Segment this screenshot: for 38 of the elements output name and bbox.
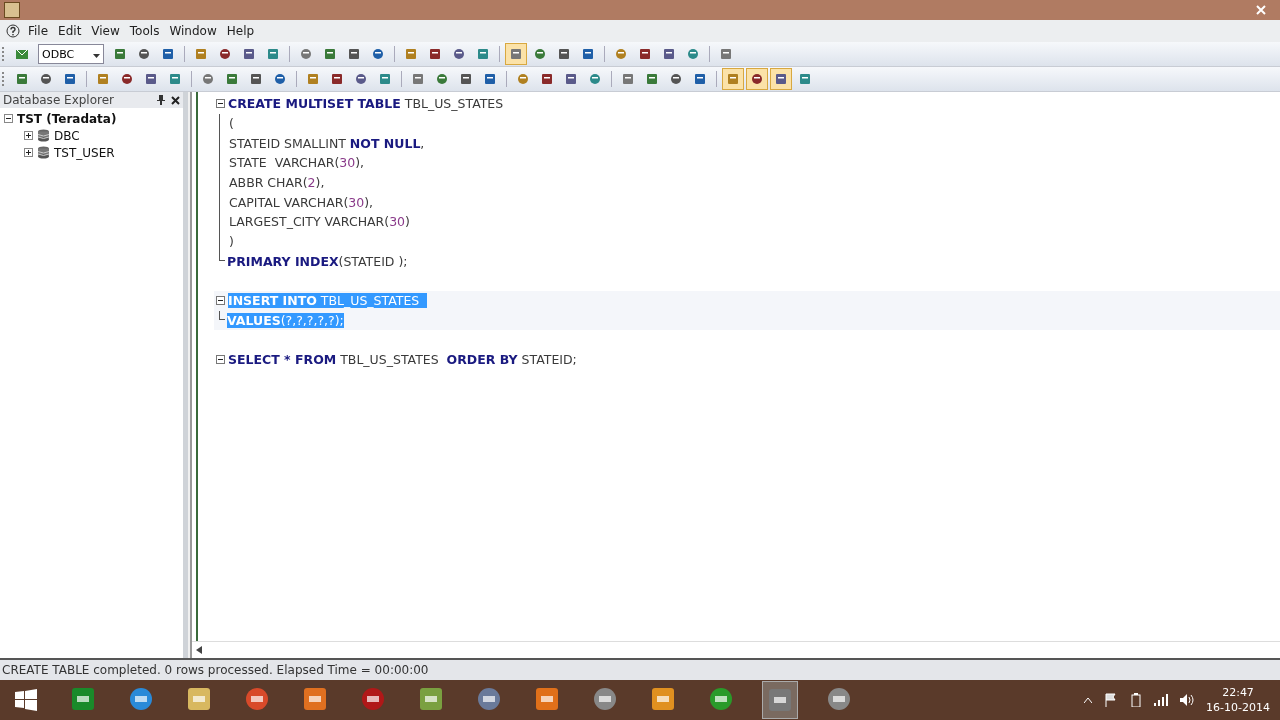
- collapse-icon[interactable]: [4, 114, 13, 123]
- code-line: PRIMARY INDEX(STATEID );: [227, 253, 408, 269]
- code-line: SELECT * FROM TBL_US_STATES ORDER BY STATEID;: [228, 352, 577, 368]
- code-line: STATEID SMALLINT NOT NULL,: [229, 135, 425, 151]
- code-line: (: [229, 116, 234, 132]
- code-line: LARGEST_CITY VARCHAR(30): [229, 214, 410, 230]
- clock-time[interactable]: 22:47: [1222, 685, 1254, 700]
- menu-item[interactable]: Help: [224, 24, 257, 38]
- toolbar-icon[interactable]: [770, 68, 792, 90]
- code-line: CREATE MULTISET TABLE TBL_US_STATES: [228, 96, 504, 112]
- tree-item[interactable]: DBC: [54, 128, 80, 143]
- chevron-up-icon[interactable]: [1084, 697, 1093, 703]
- data-source-dropdown[interactable]: ODBC: [38, 44, 104, 64]
- code-line: CAPITAL VARCHAR(30),: [229, 194, 374, 210]
- expand-icon[interactable]: [24, 131, 33, 140]
- tree-item[interactable]: TST (Teradata): [17, 111, 117, 126]
- code-line: ABBR CHAR(2),: [229, 175, 325, 191]
- database-icon: [37, 129, 50, 142]
- expand-icon[interactable]: [24, 148, 33, 157]
- menu-item[interactable]: Edit: [56, 24, 84, 38]
- database-icon: [37, 146, 50, 159]
- status-bar: CREATE TABLE completed. 0 rows processed. Elapsed Time = 00:00:00: [0, 658, 1280, 680]
- scroll-left-icon[interactable]: [196, 646, 202, 654]
- menu-item[interactable]: View: [89, 24, 122, 38]
- pin-icon[interactable]: [157, 95, 165, 105]
- panel-title: Database Explorer: [3, 93, 115, 107]
- menu-item[interactable]: File: [26, 24, 51, 38]
- menu-item[interactable]: Window: [167, 24, 219, 38]
- code-line: STATE VARCHAR(30),: [229, 155, 365, 171]
- close-icon[interactable]: [171, 95, 180, 105]
- signal-icon[interactable]: [1154, 694, 1169, 706]
- menu-item[interactable]: Tools: [127, 24, 162, 38]
- toolbar-icon[interactable]: [746, 68, 768, 90]
- code-line: ): [229, 234, 234, 250]
- clock-date[interactable]: 16-10-2014: [1206, 700, 1270, 715]
- flag-icon[interactable]: [1104, 693, 1119, 707]
- tree-item[interactable]: TST_USER: [54, 145, 115, 160]
- battery-icon[interactable]: [1130, 693, 1143, 707]
